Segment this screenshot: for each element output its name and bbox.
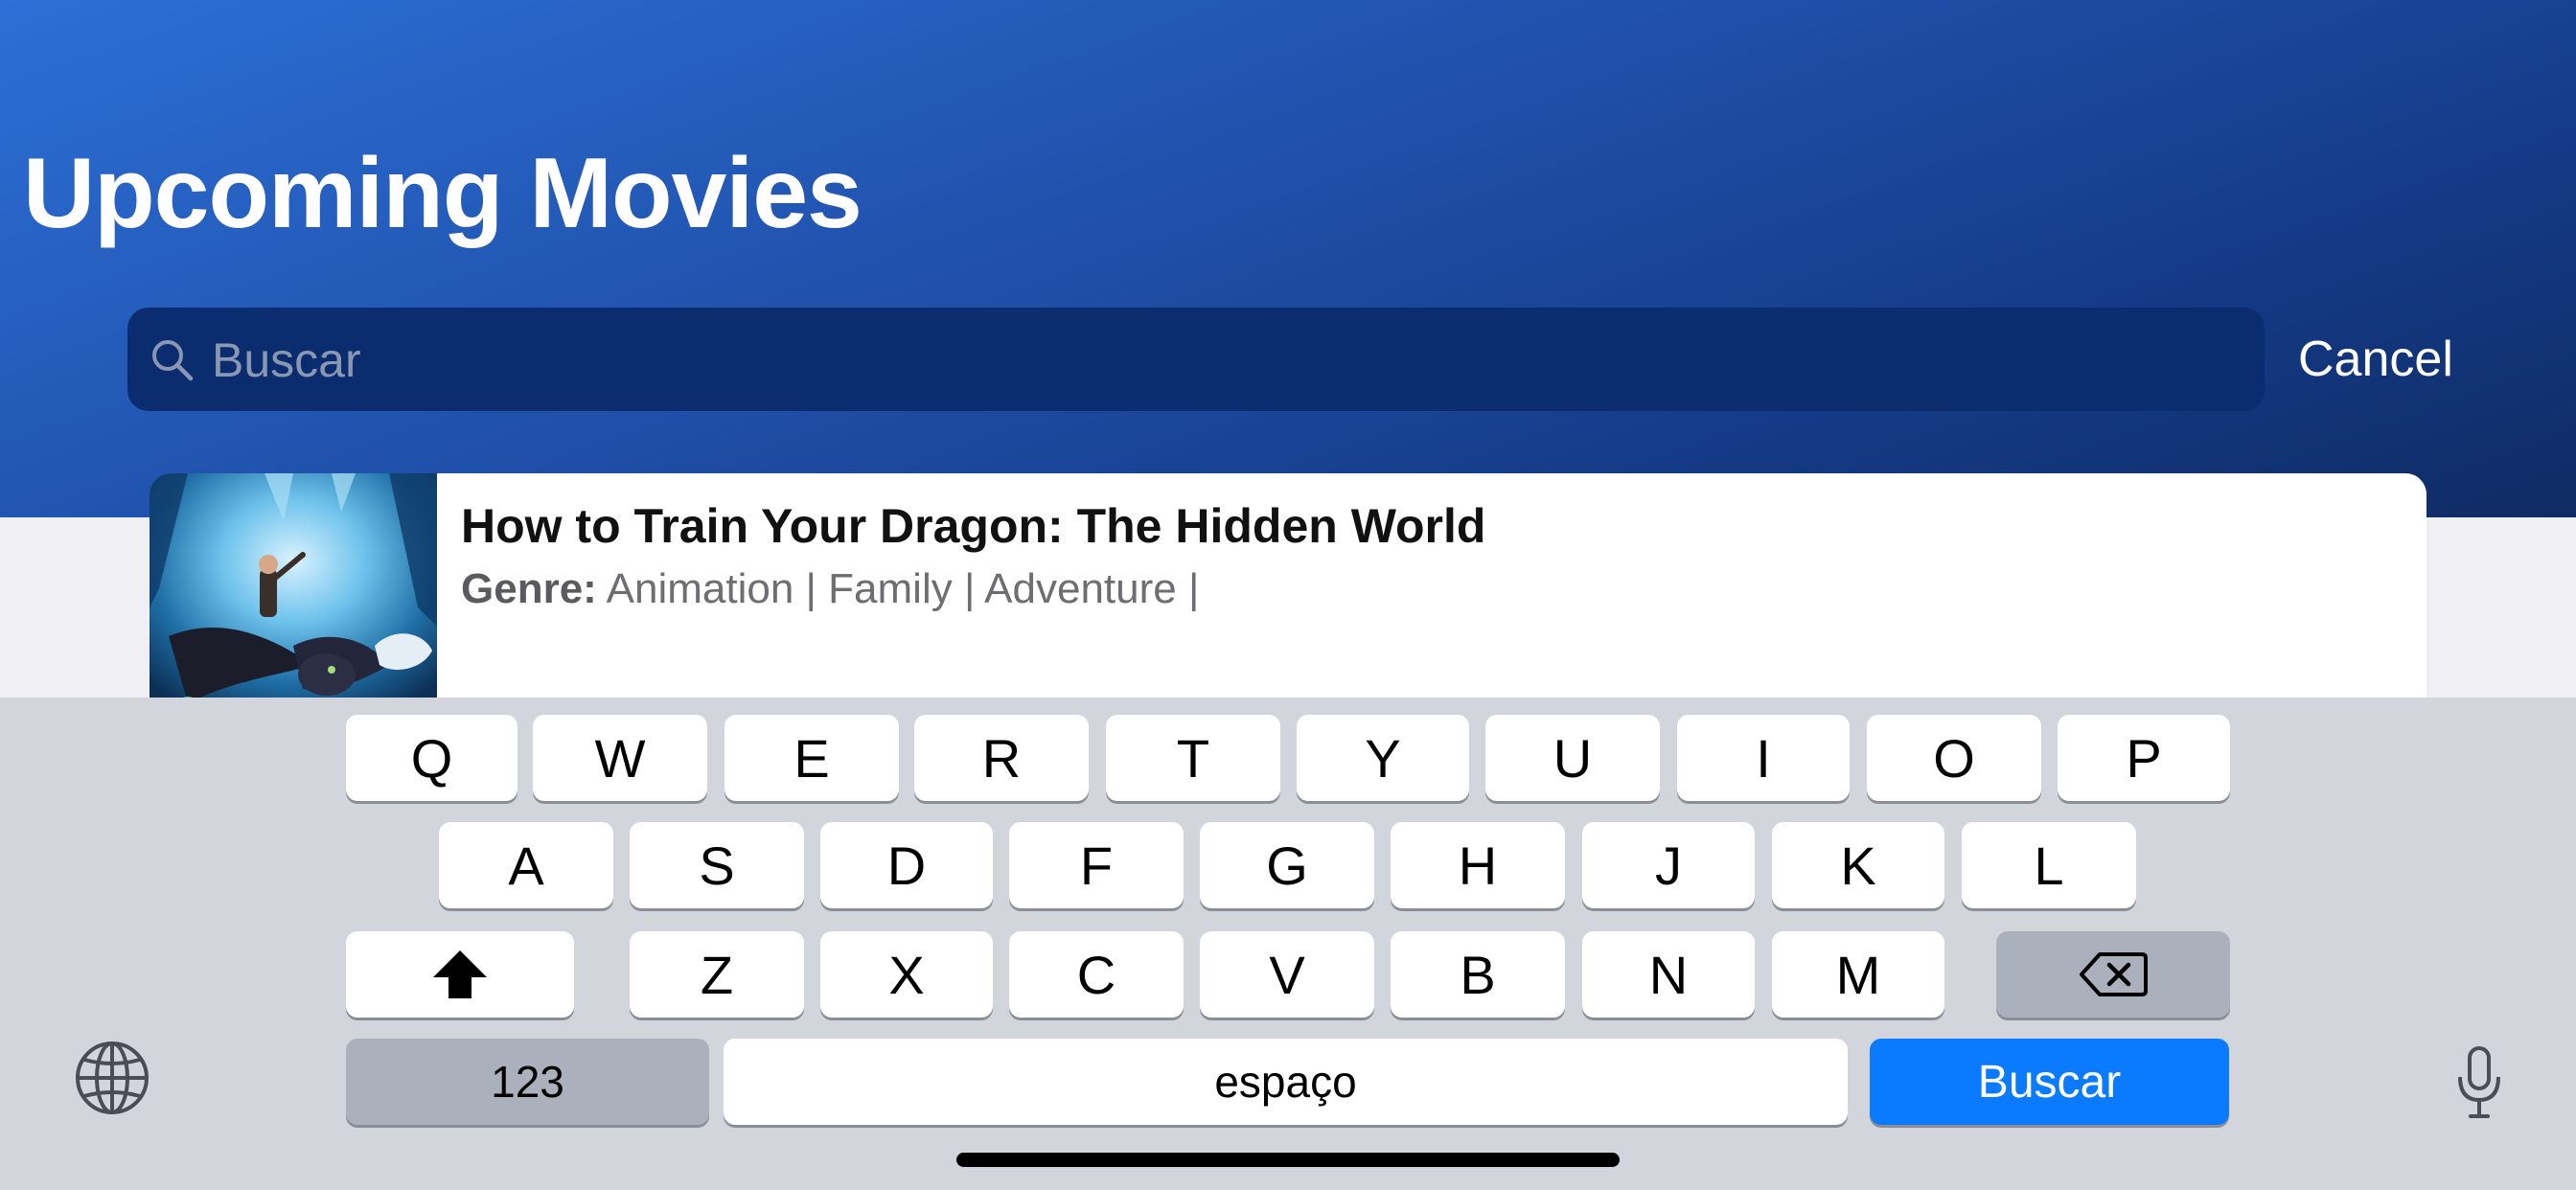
- key-w[interactable]: W: [533, 715, 707, 801]
- key-m[interactable]: M: [1772, 931, 1944, 1018]
- key-a[interactable]: A: [439, 822, 613, 908]
- home-indicator[interactable]: [956, 1153, 1620, 1167]
- key-f[interactable]: F: [1009, 822, 1184, 908]
- key-s[interactable]: S: [630, 822, 804, 908]
- key-y[interactable]: Y: [1297, 715, 1469, 801]
- key-p[interactable]: P: [2058, 715, 2230, 801]
- search-input[interactable]: [210, 321, 2245, 400]
- key-x[interactable]: X: [820, 931, 993, 1018]
- header-background: [0, 0, 2576, 517]
- key-b[interactable]: B: [1391, 931, 1565, 1018]
- key-n[interactable]: N: [1582, 931, 1755, 1018]
- space-key[interactable]: espaço: [724, 1039, 1848, 1125]
- shift-key[interactable]: [346, 931, 574, 1018]
- globe-icon[interactable]: [73, 1039, 151, 1117]
- shift-icon: [433, 950, 487, 998]
- movie-title: How to Train Your Dragon: The Hidden Wor…: [461, 499, 1486, 553]
- key-d[interactable]: D: [820, 822, 993, 908]
- key-c[interactable]: C: [1009, 931, 1184, 1018]
- key-e[interactable]: E: [724, 715, 899, 801]
- search-return-key[interactable]: Buscar: [1870, 1039, 2229, 1125]
- backspace-key[interactable]: [1996, 931, 2230, 1018]
- movie-card[interactable]: How to Train Your Dragon: The Hidden Wor…: [150, 473, 2426, 722]
- key-t[interactable]: T: [1106, 715, 1280, 801]
- key-q[interactable]: Q: [346, 715, 518, 801]
- microphone-icon[interactable]: [2453, 1044, 2505, 1121]
- cancel-button[interactable]: Cancel: [2298, 326, 2453, 393]
- page-title: Upcoming Movies: [23, 138, 862, 249]
- key-u[interactable]: U: [1485, 715, 1660, 801]
- backspace-icon: [2080, 952, 2148, 996]
- key-z[interactable]: Z: [630, 931, 804, 1018]
- key-r[interactable]: R: [914, 715, 1089, 801]
- numbers-key[interactable]: 123: [346, 1039, 709, 1125]
- key-l[interactable]: L: [1962, 822, 2136, 908]
- key-g[interactable]: G: [1200, 822, 1374, 908]
- genre-label: Genre:: [461, 565, 597, 612]
- search-bar[interactable]: [127, 308, 2265, 411]
- key-o[interactable]: O: [1867, 715, 2041, 801]
- key-v[interactable]: V: [1200, 931, 1374, 1018]
- search-icon: [152, 340, 194, 381]
- movie-genre: Genre: Animation | Family | Adventure |: [461, 565, 1199, 613]
- genre-values: Animation | Family | Adventure |: [606, 565, 1200, 612]
- key-j[interactable]: J: [1582, 822, 1755, 908]
- key-i[interactable]: I: [1677, 715, 1850, 801]
- movie-poster: [150, 473, 437, 722]
- key-k[interactable]: K: [1772, 822, 1944, 908]
- key-h[interactable]: H: [1391, 822, 1565, 908]
- keyboard: Q W E R T Y U I O P A S D F G H J K L Z …: [0, 698, 2576, 1190]
